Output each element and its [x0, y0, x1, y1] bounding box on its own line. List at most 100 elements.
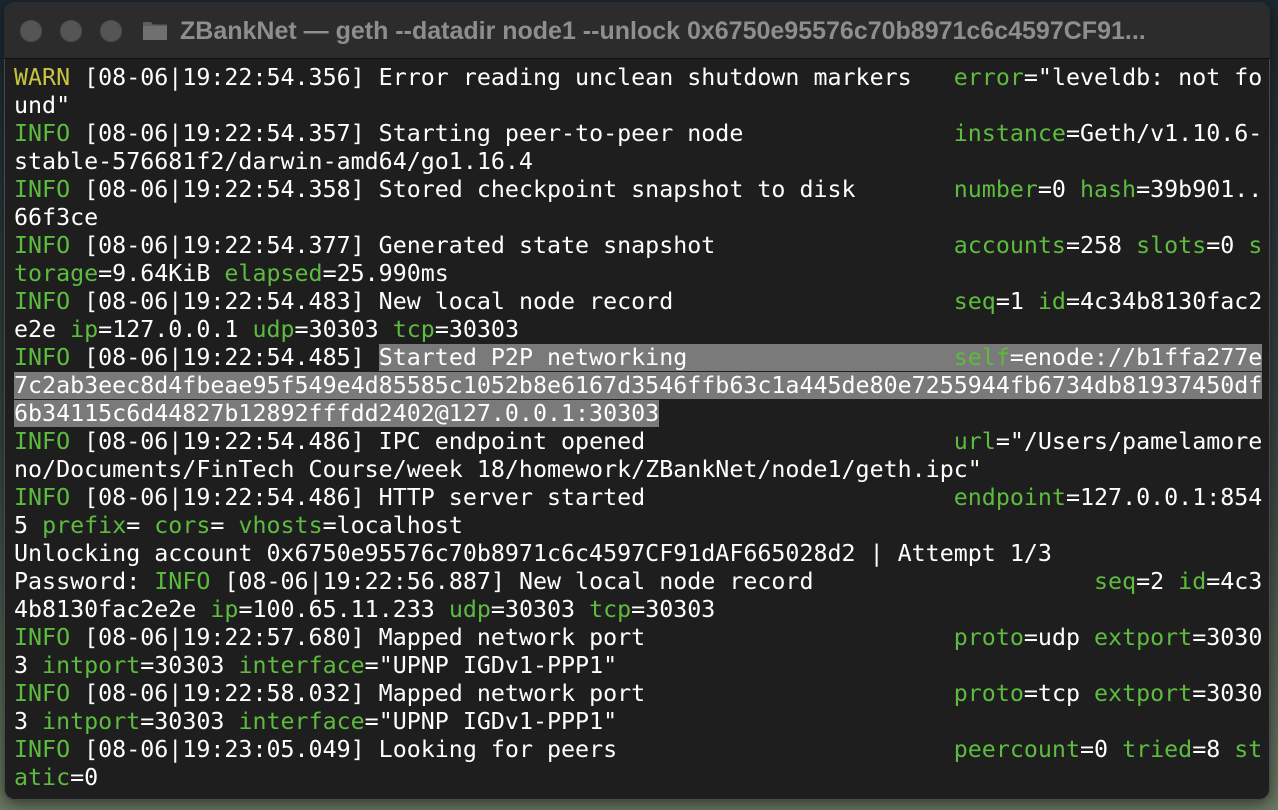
terminal-text: interface [238, 708, 365, 735]
terminal-line: torage=9.64KiB elapsed=25.990ms [14, 260, 1264, 288]
title-bar[interactable]: ZBankNet — geth --datadir node1 --unlock… [4, 2, 1270, 59]
terminal-text: s [1248, 232, 1263, 259]
terminal-text: Started P2P networking [378, 344, 954, 371]
terminal-text: atic [14, 764, 71, 791]
terminal-text: =enode://b1ffa277e [1009, 344, 1263, 371]
terminal-text: =30303 [294, 316, 393, 343]
terminal-text: 3 [14, 708, 43, 735]
terminal-line: INFO [08-06|19:23:05.049] Looking for pe… [14, 736, 1264, 764]
terminal-text: interface [238, 652, 365, 679]
terminal-line: 4b8130fac2e2e ip=100.65.11.233 udp=30303… [14, 596, 1264, 624]
terminal-text: instance [953, 120, 1066, 147]
terminal-line: stable-576681f2/darwin-amd64/go1.16.4 [14, 148, 1264, 176]
terminal-text: =30303 [490, 596, 590, 623]
terminal-text: ="UPNP IGDv1-PPP1" [364, 652, 618, 679]
terminal-text: id [1178, 568, 1207, 595]
terminal-text: number [953, 176, 1038, 203]
terminal-text: = [210, 512, 239, 539]
terminal-text: INFO [14, 624, 71, 651]
terminal-output[interactable]: WARN [08-06|19:22:54.356] Error reading … [14, 64, 1264, 794]
terminal-text: =4c3 [1206, 568, 1263, 595]
terminal-text: [08-06|19:22:58.032] Mapped network port [70, 680, 954, 707]
terminal-text: [08-06|19:22:54.377] Generated state sna… [70, 232, 954, 259]
terminal-text: extport [1094, 680, 1193, 707]
terminal-text: [08-06|19:22:54.485] [70, 344, 379, 371]
terminal-text: ip [210, 596, 239, 623]
terminal-text: 66f3ce [14, 204, 99, 231]
terminal-line: WARN [08-06|19:22:54.356] Error reading … [14, 64, 1264, 92]
terminal-text: no/Documents/FinTech Course/week 18/home… [14, 456, 982, 483]
terminal-text: =0 [70, 764, 99, 791]
terminal-text: hash [1079, 176, 1137, 203]
terminal-text: id [1037, 288, 1066, 315]
terminal-text: extport [1094, 624, 1193, 651]
terminal-text: =3030 [1192, 680, 1263, 707]
terminal-text: self [953, 344, 1010, 371]
terminal-text: [08-06|19:22:54.486] HTTP server started [70, 484, 954, 511]
terminal-text: slots [1136, 232, 1207, 259]
terminal-text: [08-06|19:22:57.680] Mapped network port [70, 624, 954, 651]
terminal-text: vhosts [238, 512, 323, 539]
terminal-text: st [1234, 736, 1263, 763]
terminal-text: e2e [14, 316, 71, 343]
terminal-text: [08-06|19:22:54.356] Error reading uncle… [70, 64, 954, 91]
terminal-text: [08-06|19:22:54.483] New local node reco… [70, 288, 954, 315]
terminal-line: INFO [08-06|19:22:58.032] Mapped network… [14, 680, 1264, 708]
terminal-text: =39b901.. [1136, 176, 1263, 203]
terminal-line: 5 prefix= cors= vhosts=localhost [14, 512, 1264, 540]
terminal-text: intport [42, 708, 141, 735]
terminal-line: Unlocking account 0x6750e95576c70b8971c6… [14, 540, 1264, 568]
terminal-text: tcp [392, 316, 435, 343]
terminal-text: udp [448, 596, 491, 623]
terminal-line: 66f3ce [14, 204, 1264, 232]
terminal-line: INFO [08-06|19:22:54.485] Started P2P ne… [14, 344, 1264, 372]
terminal-text: INFO [14, 344, 71, 371]
terminal-text: INFO [14, 736, 71, 763]
terminal-text: ="UPNP IGDv1-PPP1" [364, 708, 618, 735]
terminal-text: =0 [1037, 176, 1080, 203]
terminal-text: =8 [1192, 736, 1235, 763]
terminal-text: =258 [1065, 232, 1137, 259]
terminal-text: tcp [589, 596, 632, 623]
terminal-text: endpoint [953, 484, 1066, 511]
terminal-text: seq [953, 288, 996, 315]
terminal-text: 7c2ab3eec8d4fbeae95f549e4d85585c1052b8e6… [14, 372, 1263, 399]
terminal-text: =tcp [1023, 680, 1095, 707]
terminal-text: =3030 [1192, 624, 1263, 651]
terminal-text: stable-576681f2/darwin-amd64/go1.16.4 [14, 148, 533, 175]
terminal-text: =udp [1023, 624, 1095, 651]
terminal-text: Password: [14, 568, 155, 595]
terminal-text: 5 [14, 512, 43, 539]
terminal-line: INFO [08-06|19:22:54.357] Starting peer-… [14, 120, 1264, 148]
terminal-text: Unlocking account 0x6750e95576c70b8971c6… [14, 540, 1052, 567]
terminal-text: ip [70, 316, 99, 343]
terminal-line: INFO [08-06|19:22:57.680] Mapped network… [14, 624, 1264, 652]
terminal-text: 6b34115c6d44827b12892fffdd2402@127.0.0.1… [14, 400, 660, 427]
terminal-text: =0 [1079, 736, 1123, 763]
terminal-text: INFO [154, 568, 211, 595]
terminal-text: [08-06|19:23:05.049] Looking for peers [70, 736, 954, 763]
terminal-text: =127.0.0.1:854 [1065, 484, 1263, 511]
terminal-text: INFO [14, 288, 71, 315]
terminal-text: = [126, 512, 155, 539]
terminal-line: no/Documents/FinTech Course/week 18/home… [14, 456, 1264, 484]
terminal-text: =30303 [140, 708, 239, 735]
minimize-button[interactable] [60, 20, 82, 42]
terminal-line: 3 intport=30303 interface="UPNP IGDv1-PP… [14, 708, 1264, 736]
terminal-text: proto [953, 624, 1024, 651]
close-button[interactable] [20, 20, 42, 42]
terminal-text: =30303 [631, 596, 716, 623]
zoom-button[interactable] [100, 20, 122, 42]
terminal-text: 3 [14, 652, 43, 679]
terminal-text: torage [14, 260, 99, 287]
terminal-text: udp [252, 316, 295, 343]
terminal-text: [08-06|19:22:56.887] New local node reco… [210, 568, 1095, 595]
terminal-line: 6b34115c6d44827b12892fffdd2402@127.0.0.1… [14, 400, 1264, 428]
terminal-window[interactable]: ZBankNet — geth --datadir node1 --unlock… [4, 2, 1270, 800]
terminal-text: intport [42, 652, 141, 679]
terminal-line: Password: INFO [08-06|19:22:56.887] New … [14, 568, 1264, 596]
terminal-line: 7c2ab3eec8d4fbeae95f549e4d85585c1052b8e6… [14, 372, 1264, 400]
terminal-text: accounts [953, 232, 1066, 259]
folder-icon [143, 22, 167, 40]
terminal-text: ="/Users/pamelamore [995, 428, 1263, 455]
